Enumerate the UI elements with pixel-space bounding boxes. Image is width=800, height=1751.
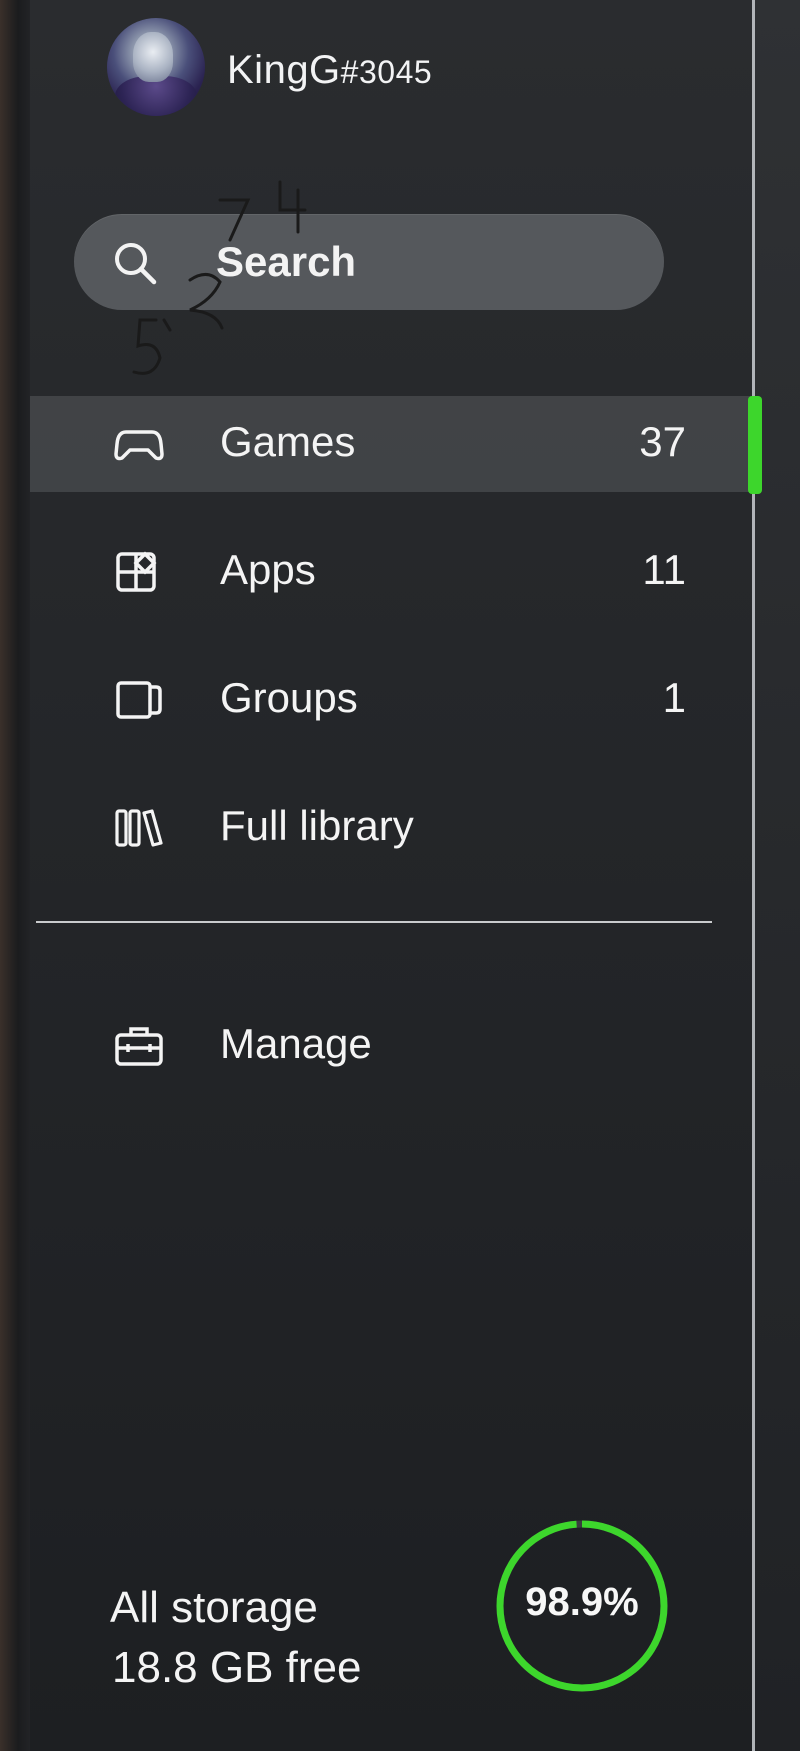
gamertag-name: KingG: [227, 48, 341, 92]
avatar[interactable]: [107, 18, 205, 116]
avatar-body: [115, 76, 197, 116]
nav-count-apps: 11: [642, 546, 686, 593]
storage-percent: 98.9%: [525, 1580, 639, 1624]
nav-item-groups[interactable]: Groups 1: [30, 652, 752, 748]
search-icon: [115, 243, 157, 285]
controller-icon: [114, 430, 164, 461]
gamertag-suffix: #3045: [340, 54, 433, 90]
apps-grid-icon: [116, 551, 157, 592]
storage-label[interactable]: All storage: [110, 1580, 318, 1636]
content-panel-edge: [752, 0, 800, 1751]
nav-label-groups: Groups: [220, 674, 358, 721]
nav-item-full-library[interactable]: Full library: [30, 780, 752, 876]
avatar-face: [133, 32, 173, 82]
library-icon: [115, 809, 163, 847]
nav-count-games: 37: [639, 418, 686, 465]
search-button[interactable]: Search: [74, 214, 664, 310]
panel-divider: [752, 0, 755, 1751]
bezel: [0, 0, 30, 1751]
nav-item-games[interactable]: Games 37: [30, 396, 752, 492]
groups-icon: [116, 681, 162, 719]
nav-label-full-library: Full library: [220, 802, 414, 849]
nav-label-manage: Manage: [220, 1020, 372, 1067]
nav-item-manage[interactable]: Manage: [30, 998, 752, 1094]
search-label: Search: [216, 238, 357, 285]
selection-indicator: [748, 396, 762, 494]
nav-item-apps[interactable]: Apps 11: [30, 524, 752, 620]
nav-count-groups: 1: [662, 674, 686, 721]
toolbox-icon: [115, 1027, 163, 1066]
gamertag[interactable]: KingG#3045: [227, 48, 432, 93]
storage-free: 18.8 GB free: [112, 1643, 362, 1692]
screen: KingG#3045 Search Games 37 Apps 11 Group…: [0, 0, 800, 1751]
nav-label-games: Games: [220, 418, 356, 465]
divider: [36, 921, 712, 923]
nav-label-apps: Apps: [220, 546, 316, 593]
